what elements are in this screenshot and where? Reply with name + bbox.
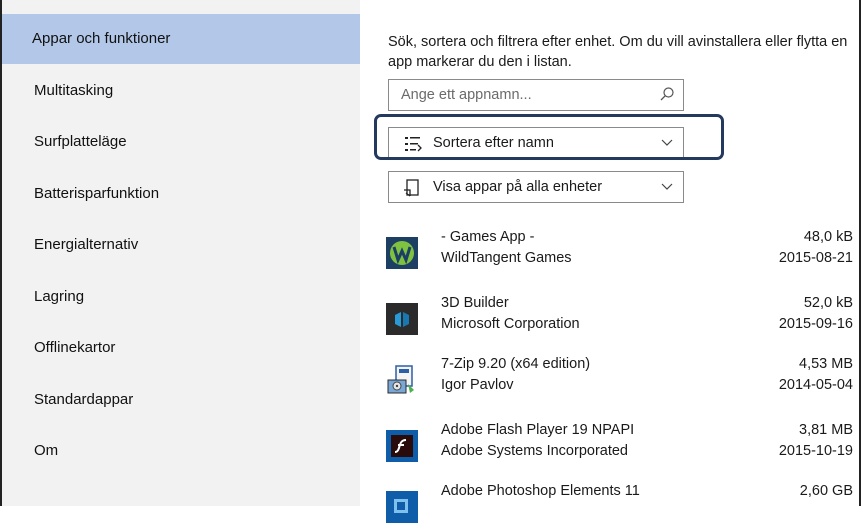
device-icon: [404, 179, 419, 197]
sidebar-item-label: Appar och funktioner: [32, 30, 171, 47]
search-icon[interactable]: [659, 86, 675, 102]
sidebar-item-about[interactable]: Om: [16, 426, 360, 476]
sidebar-item-label: Energialternativ: [34, 236, 139, 253]
sort-dropdown-highlight-callout: [374, 114, 724, 160]
sidebar-item-label: Standardappar: [34, 391, 134, 408]
app-size: 52,0 kB: [803, 295, 853, 311]
sidebar-item-label: Lagring: [34, 288, 85, 305]
app-name: 3D Builder: [441, 295, 509, 311]
page-description: Sök, sortera och filtrera efter enhet. O…: [388, 34, 848, 70]
installer-icon: [387, 365, 414, 394]
app-search-input[interactable]: Ange ett appnamn...: [388, 79, 684, 111]
app-list-item[interactable]: - Games App - WildTangent Games 48,0 kB …: [386, 229, 853, 277]
app-list-item[interactable]: Adobe Flash Player 19 NPAPI Adobe System…: [386, 422, 853, 470]
sidebar-item-offline-maps[interactable]: Offlinekartor: [16, 323, 360, 373]
app-name: 7-Zip 9.20 (x64 edition): [441, 356, 591, 372]
app-publisher: Adobe Systems Incorporated: [441, 443, 628, 459]
sidebar-item-battery-saver[interactable]: Batterisparfunktion: [16, 169, 360, 219]
app-install-date: 2014-05-04: [778, 377, 853, 393]
sidebar-item-storage[interactable]: Lagring: [16, 272, 360, 322]
app-install-date: 2015-10-19: [778, 443, 853, 459]
app-publisher: Microsoft Corporation: [441, 316, 580, 332]
app-size: 4,53 MB: [799, 356, 853, 372]
sidebar-item-multitasking[interactable]: Multitasking: [16, 66, 360, 116]
sidebar-item-label: Batterisparfunktion: [34, 185, 160, 202]
flash-player-icon: [386, 430, 418, 462]
app-publisher: Igor Pavlov: [441, 377, 514, 393]
apps-content-pane: Sök, sortera och filtrera efter enhet. O…: [360, 0, 861, 523]
device-filter-label: Visa appar på alla enheter: [433, 179, 603, 195]
app-publisher: WildTangent Games: [441, 250, 572, 266]
app-install-date: 2015-08-21: [778, 250, 853, 266]
sidebar-item-default-apps[interactable]: Standardappar: [16, 375, 360, 425]
app-size: 48,0 kB: [803, 229, 853, 245]
app-size: 2,60 GB: [799, 483, 853, 499]
sidebar-item-label: Multitasking: [34, 82, 114, 99]
app-list-item[interactable]: 3D Builder Microsoft Corporation 52,0 kB…: [386, 295, 853, 343]
app-list-item[interactable]: 7-Zip 9.20 (x64 edition) Igor Pavlov 4,5…: [386, 356, 853, 404]
chevron-down-icon: [661, 183, 673, 190]
sidebar-item-apps-and-features[interactable]: Appar och funktioner: [2, 14, 360, 64]
photoshop-elements-icon: [386, 491, 418, 523]
sidebar-item-label: Om: [34, 442, 59, 459]
device-filter-dropdown[interactable]: Visa appar på alla enheter: [388, 171, 684, 203]
app-name: - Games App -: [441, 229, 535, 245]
app-install-date: 2015-09-16: [778, 316, 853, 332]
3d-builder-icon: [386, 303, 418, 335]
sidebar-item-tablet-mode[interactable]: Surfplatteläge: [16, 117, 360, 167]
app-list-item[interactable]: Adobe Photoshop Elements 11 2,60 GB: [386, 483, 853, 531]
app-size: 3,81 MB: [799, 422, 853, 438]
app-name: Adobe Photoshop Elements 11: [441, 483, 640, 499]
sidebar-item-power-options[interactable]: Energialternativ: [16, 220, 360, 270]
wildtangent-icon: [386, 237, 418, 269]
search-placeholder: Ange ett appnamn...: [401, 87, 532, 103]
sidebar-item-label: Offlinekartor: [34, 339, 116, 356]
settings-sidebar: Appar och funktioner Multitasking Surfpl…: [2, 0, 360, 506]
sidebar-item-label: Surfplatteläge: [34, 133, 127, 150]
app-name: Adobe Flash Player 19 NPAPI: [441, 422, 635, 438]
